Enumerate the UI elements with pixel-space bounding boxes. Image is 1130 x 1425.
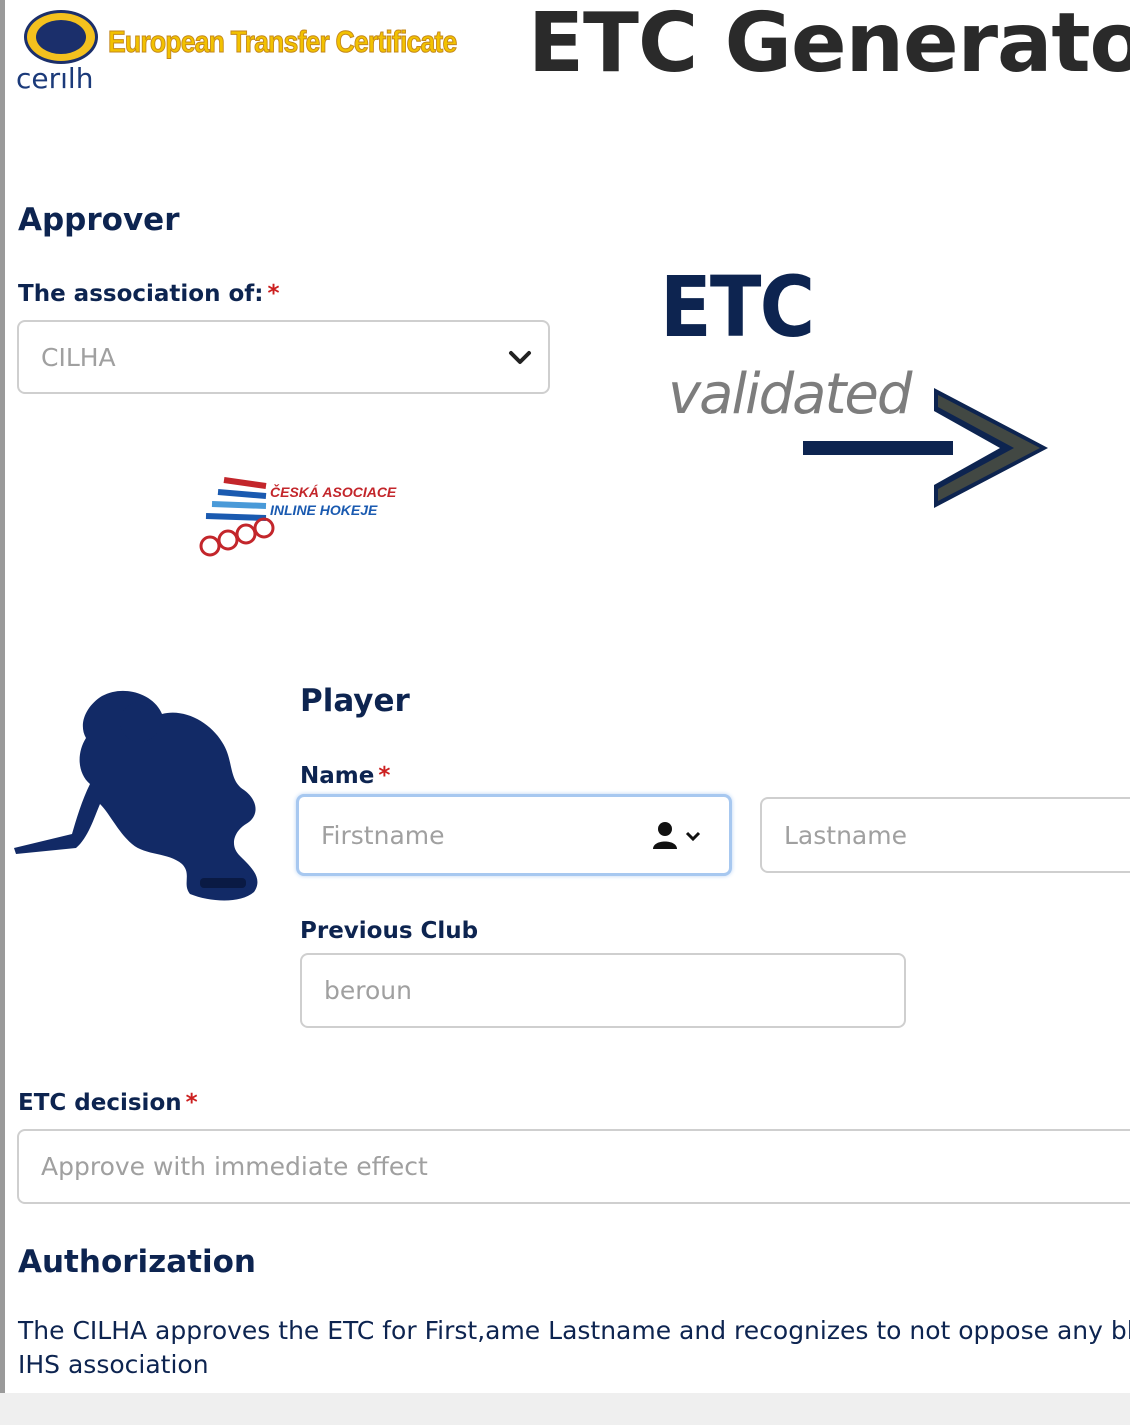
lastname-input[interactable]: Lastname — [760, 797, 1130, 873]
firstname-input[interactable]: Firstname — [296, 794, 732, 876]
inline-hockey-player-icon — [14, 690, 258, 901]
window-left-edge — [0, 0, 5, 1425]
header-subtitle: European Transfer Certificate — [108, 24, 458, 60]
association-logo: ČESKÁ ASOCIACE INLINE HOKEJE — [196, 474, 396, 564]
approver-heading: Approver — [18, 202, 180, 238]
previous-club-value: beroun — [324, 976, 412, 1005]
etc-decision-select[interactable]: Approve with immediate effect — [17, 1129, 1130, 1204]
firstname-placeholder: Firstname — [321, 820, 445, 850]
required-marker: * — [185, 1090, 198, 1116]
previous-club-input[interactable]: beroun — [300, 953, 906, 1028]
authorization-text: The CILHA approves the ETC for First,ame… — [18, 1314, 1130, 1382]
previous-club-label: Previous Club — [300, 918, 479, 944]
name-label: Name * — [300, 763, 391, 789]
required-marker: * — [267, 281, 280, 307]
authorization-text-line1: The CILHA approves the ETC for First,ame… — [18, 1316, 1130, 1345]
right-arrow-icon — [803, 388, 1048, 508]
etc-badge-title: ETC — [660, 258, 815, 356]
logo-text: cerılh — [16, 62, 94, 95]
player-heading: Player — [300, 683, 410, 719]
contact-autofill-icon[interactable] — [651, 821, 703, 851]
cerilh-logo: cerılh — [16, 10, 106, 95]
authorization-heading: Authorization — [18, 1244, 256, 1280]
lastname-placeholder: Lastname — [784, 820, 907, 850]
authorization-text-line2: IHS association — [18, 1350, 209, 1379]
association-logo-line1: ČESKÁ ASOCIACE — [270, 484, 397, 500]
etc-decision-label: ETC decision * — [18, 1090, 198, 1116]
association-select[interactable]: CILHA — [17, 320, 550, 394]
association-label: The association of: * — [18, 281, 280, 307]
etc-decision-value: Approve with immediate effect — [41, 1152, 428, 1181]
hockey-emblem-icon — [24, 10, 98, 64]
page-title: ETC Generator — [528, 0, 1130, 91]
chevron-down-icon — [509, 351, 531, 364]
association-logo-line2: INLINE HOKEJE — [270, 502, 378, 518]
association-select-value: CILHA — [41, 342, 116, 372]
footer-band — [0, 1393, 1130, 1425]
required-marker: * — [378, 763, 391, 789]
